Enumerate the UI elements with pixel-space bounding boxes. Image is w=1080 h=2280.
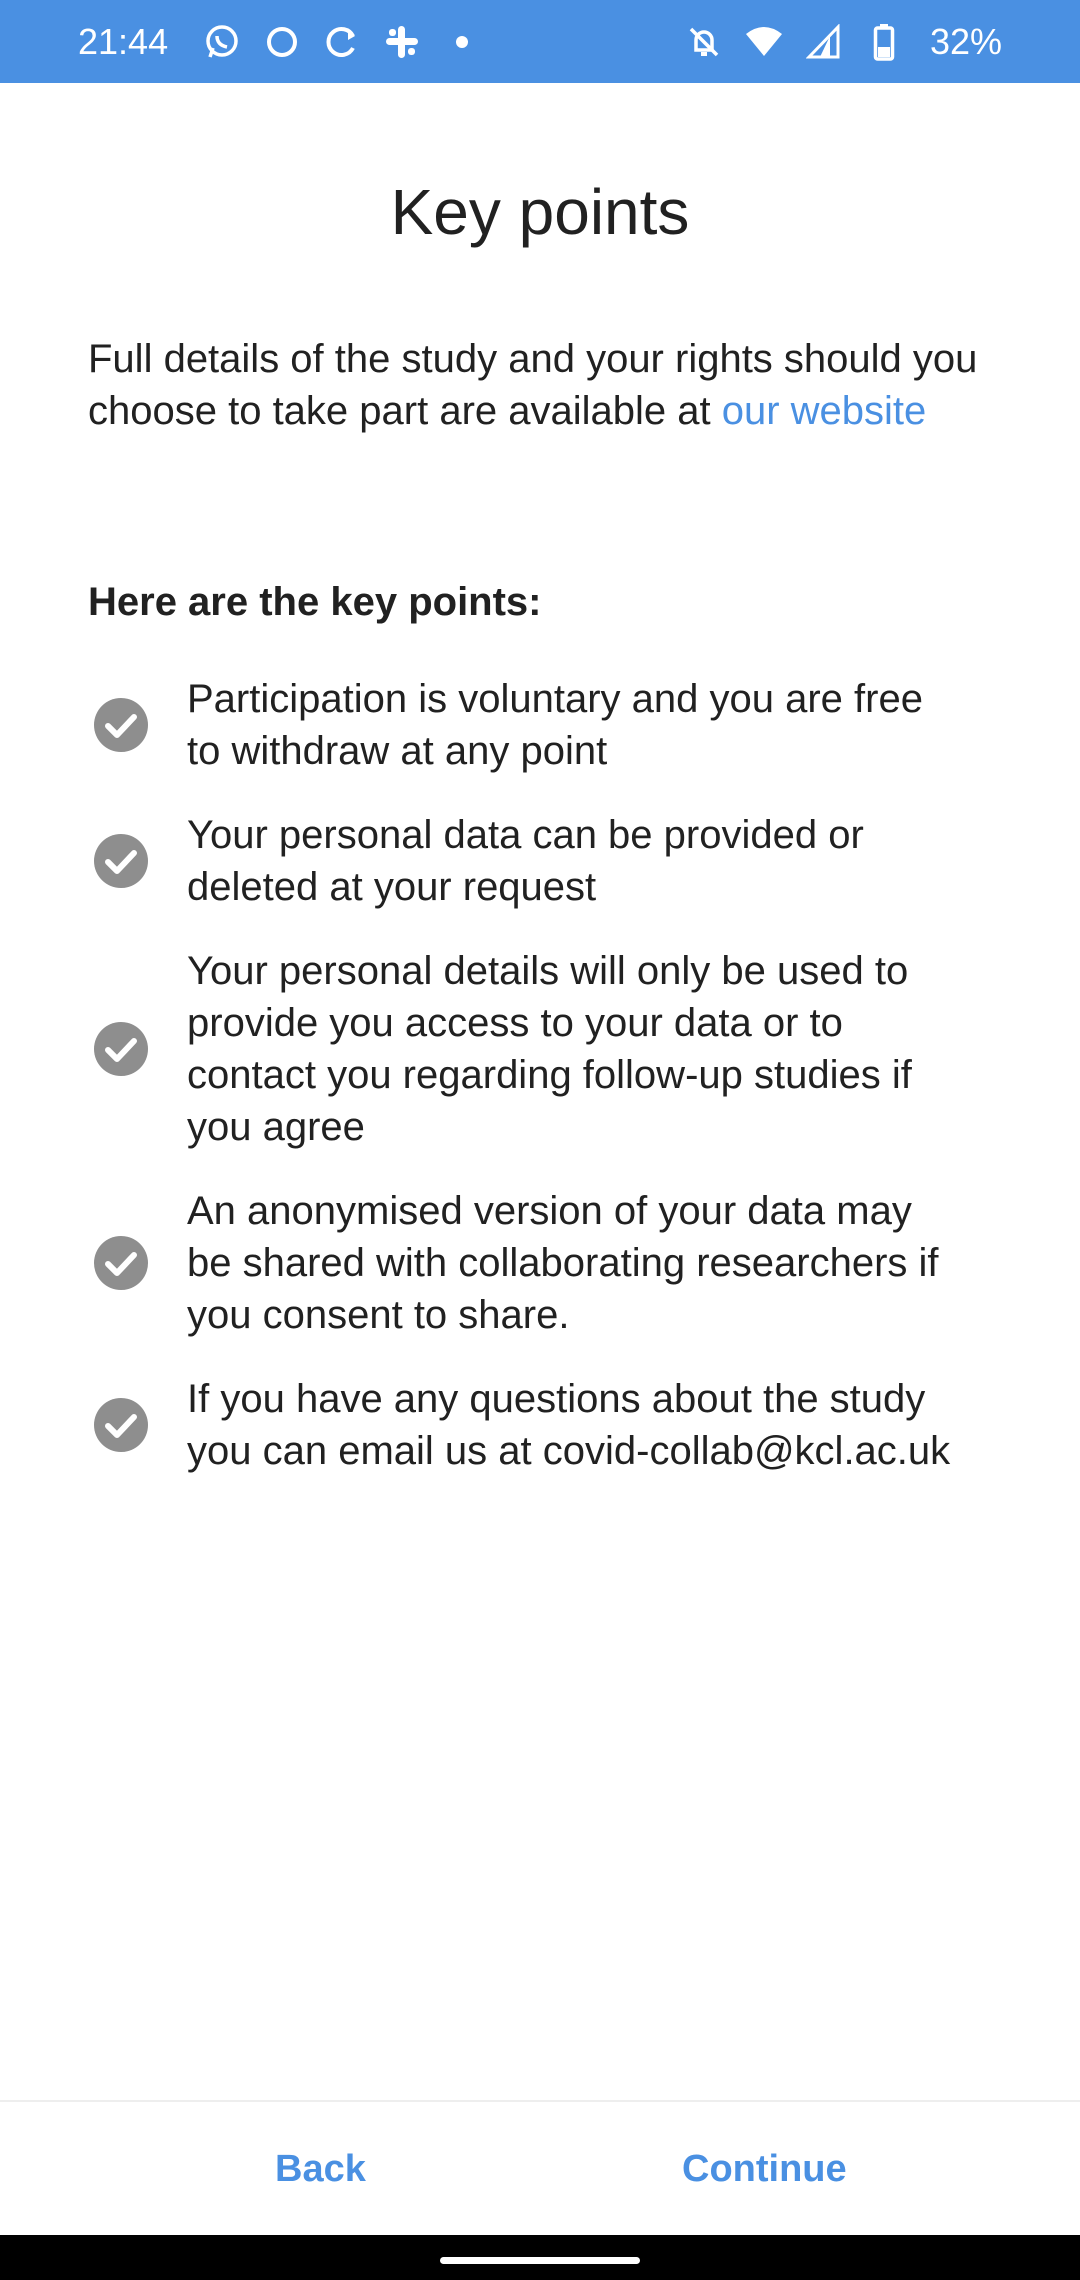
status-time: 21:44: [78, 20, 169, 62]
key-point-text: Your personal data can be provided or de…: [187, 813, 864, 909]
sync-icon: [320, 20, 364, 64]
key-point-item: An anonymised version of your data may b…: [88, 1185, 1008, 1341]
check-circle-icon: [94, 1398, 148, 1452]
back-button[interactable]: Back: [235, 2128, 406, 2211]
check-circle-icon: [94, 1236, 148, 1290]
check-circle-icon: [94, 834, 148, 888]
continue-button[interactable]: Continue: [642, 2128, 887, 2211]
battery-icon: [862, 20, 906, 64]
check-circle-icon: [94, 1022, 148, 1076]
status-right: 32%: [682, 20, 1002, 64]
key-point-item: If you have any questions about the stud…: [88, 1373, 1008, 1477]
key-point-text: Participation is voluntary and you are f…: [187, 677, 923, 773]
mute-icon: [682, 20, 726, 64]
key-point-text: Your personal details will only be used …: [187, 949, 912, 1149]
wifi-icon: [742, 20, 786, 64]
key-point-item: Your personal data can be provided or de…: [88, 809, 1008, 913]
key-point-item: Participation is voluntary and you are f…: [88, 673, 1008, 777]
key-point-item: Your personal details will only be used …: [88, 945, 1008, 1153]
system-navigation-bar: [0, 2235, 1080, 2280]
circle-app-icon: [260, 20, 304, 64]
check-circle-icon: [94, 698, 148, 752]
battery-percentage: 32%: [929, 20, 1002, 62]
key-point-text: If you have any questions about the stud…: [187, 1377, 951, 1473]
key-points-list: Participation is voluntary and you are f…: [88, 673, 1008, 1509]
website-link[interactable]: our website: [722, 389, 927, 433]
slack-icon: [380, 20, 424, 64]
home-gesture-handle[interactable]: [440, 2257, 640, 2264]
status-bar: 21:44 32%: [0, 0, 1080, 83]
key-point-text: An anonymised version of your data may b…: [187, 1189, 939, 1337]
dot-icon: [440, 20, 484, 64]
whatsapp-icon: [200, 20, 244, 64]
page-title: Key points: [390, 176, 690, 248]
signal-icon: [802, 20, 846, 64]
bottom-action-bar: Back Continue: [0, 2100, 1080, 2237]
key-points-heading: Here are the key points:: [88, 580, 542, 624]
status-left: 21:44: [78, 20, 500, 64]
intro-paragraph: Full details of the study and your right…: [88, 333, 1008, 437]
